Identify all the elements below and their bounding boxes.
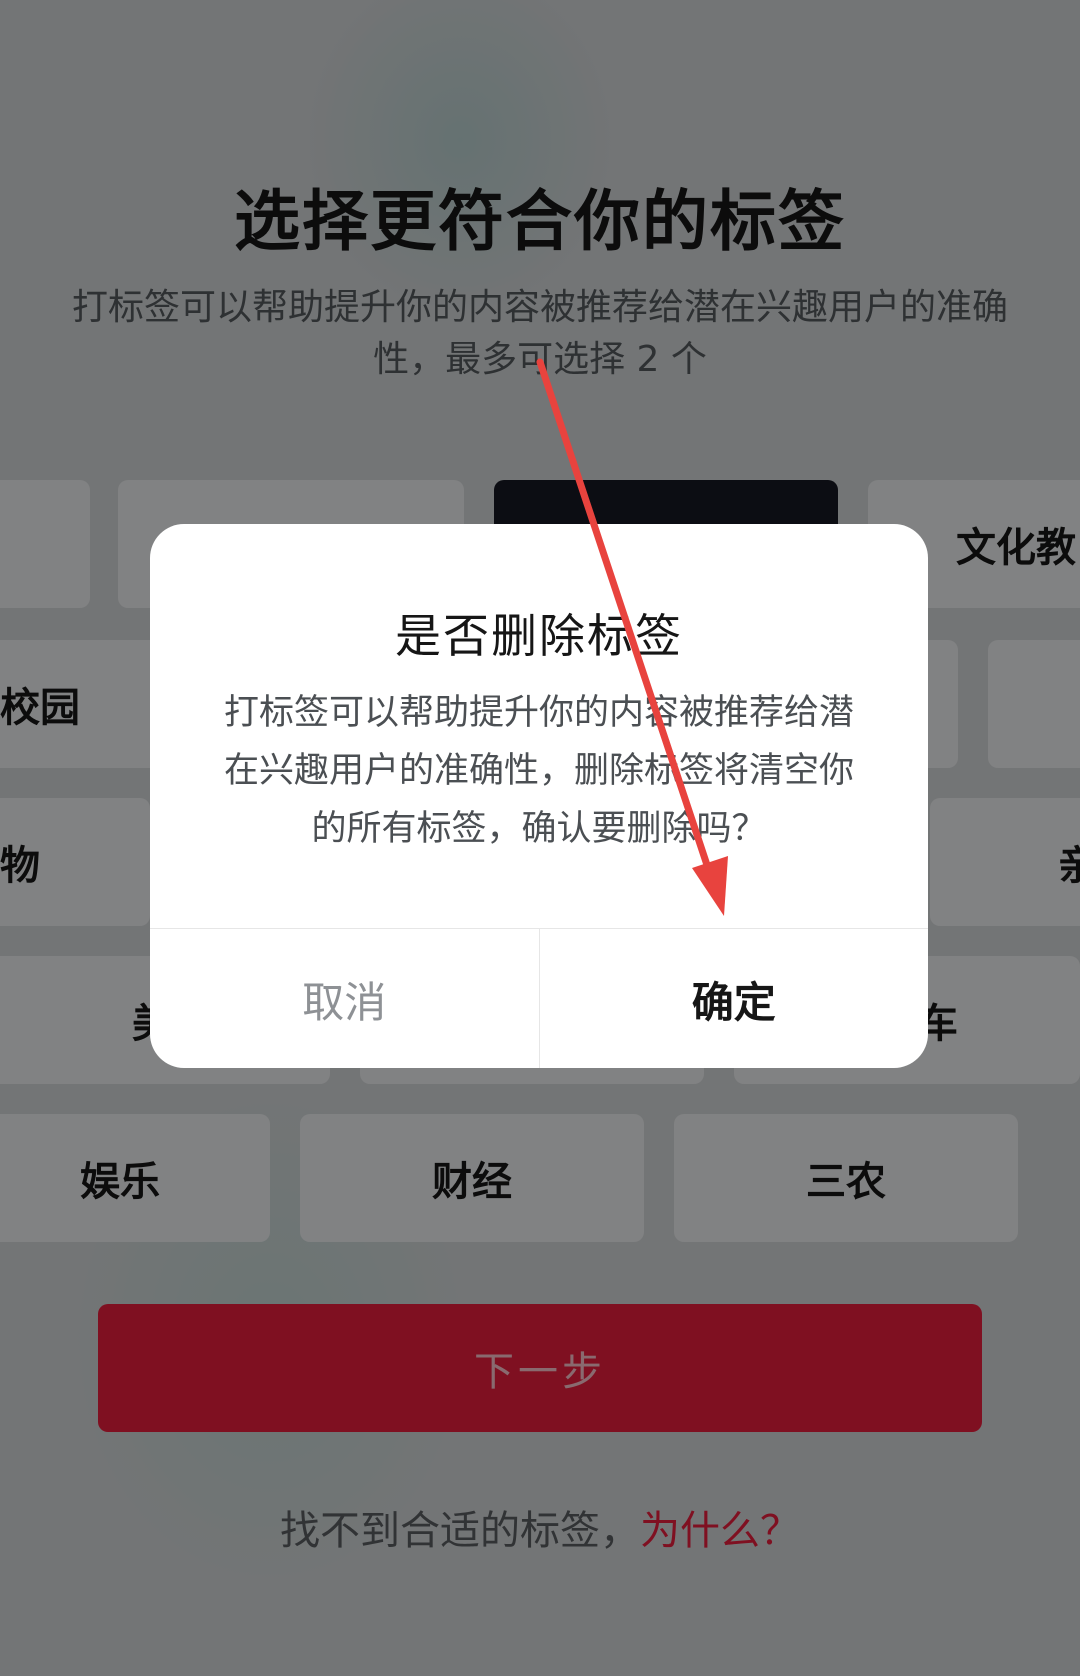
delete-tags-dialog: 是否删除标签 打标签可以帮助提升你的内容被推荐给潜在兴趣用户的准确性，删除标签将… [150, 524, 928, 1068]
dialog-title: 是否删除标签 [395, 609, 683, 663]
dialog-actions: 取消 确定 [150, 928, 928, 1068]
confirm-button[interactable]: 确定 [540, 929, 929, 1068]
dialog-message: 打标签可以帮助提升你的内容被推荐给潜在兴趣用户的准确性，删除标签将清空你的所有标… [223, 693, 854, 849]
tag-selection-screen: 选择更符合你的标签 打标签可以帮助提升你的内容被推荐给潜在兴趣用户的准确性，最多… [0, 0, 1080, 1676]
cancel-button[interactable]: 取消 [150, 929, 540, 1068]
